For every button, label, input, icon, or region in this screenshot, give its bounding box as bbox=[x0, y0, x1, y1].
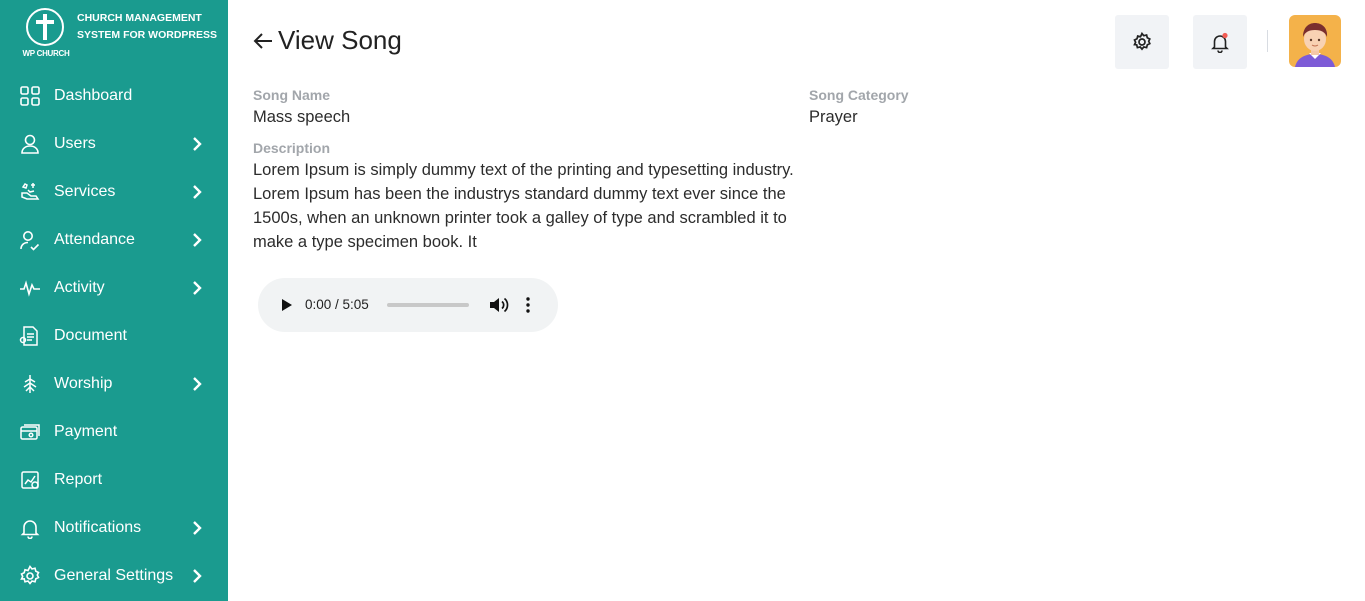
sidebar: WP CHURCH CHURCH MANAGEMENT SYSTEM FOR W… bbox=[0, 0, 228, 601]
sidebar-item-worship[interactable]: Worship bbox=[0, 360, 228, 408]
services-icon bbox=[21, 183, 40, 200]
activity-icon bbox=[20, 280, 40, 297]
song-name-label: Song Name bbox=[253, 87, 331, 103]
brand-title: CHURCH MANAGEMENT SYSTEM FOR WORDPRESS bbox=[77, 12, 218, 41]
sidebar-item-document[interactable]: Document bbox=[0, 312, 228, 360]
sidebar-item-label: Attendance bbox=[54, 231, 135, 248]
worship-icon bbox=[23, 375, 37, 393]
sidebar-item-report[interactable]: Report bbox=[0, 456, 228, 504]
sidebar-item-general-settings[interactable]: General Settings bbox=[0, 552, 228, 600]
volume-icon[interactable] bbox=[489, 296, 509, 314]
attendance-icon bbox=[20, 231, 40, 251]
sidebar-item-label: Services bbox=[54, 183, 116, 200]
chevron-right-icon bbox=[193, 569, 202, 583]
chevron-right-icon bbox=[193, 281, 202, 295]
bell-icon bbox=[20, 520, 40, 539]
chevron-right-icon bbox=[193, 137, 202, 151]
notifications-button[interactable] bbox=[1193, 15, 1247, 69]
logo-text: WP CHURCH bbox=[22, 49, 70, 58]
sidebar-item-users[interactable]: Users bbox=[0, 120, 228, 168]
audio-player: 0:00 / 5:05 bbox=[258, 278, 558, 332]
sidebar-item-label: Report bbox=[54, 471, 103, 488]
sidebar-item-activity[interactable]: Activity bbox=[0, 264, 228, 312]
audio-time: 0:00 / 5:05 bbox=[305, 297, 369, 312]
page-title: View Song bbox=[278, 25, 402, 55]
more-options-icon[interactable] bbox=[525, 296, 531, 314]
back-arrow-icon[interactable] bbox=[252, 30, 274, 52]
dashboard-icon bbox=[20, 86, 40, 106]
user-avatar-icon bbox=[1295, 23, 1335, 67]
gear-icon bbox=[20, 565, 40, 585]
chevron-right-icon bbox=[193, 521, 202, 535]
sidebar-item-label: Dashboard bbox=[54, 87, 133, 104]
main-content: View Song Song Name Mass speech Song Cat… bbox=[228, 0, 1365, 601]
bell-icon bbox=[1211, 32, 1229, 53]
song-category-value: Prayer bbox=[809, 108, 858, 126]
report-icon bbox=[21, 471, 39, 489]
sidebar-item-label: General Settings bbox=[54, 567, 174, 584]
sidebar-item-label: Payment bbox=[54, 423, 118, 440]
sidebar-item-label: Worship bbox=[54, 375, 113, 392]
chevron-right-icon bbox=[193, 377, 202, 391]
sidebar-item-payment[interactable]: Payment bbox=[0, 408, 228, 456]
sidebar-item-label: Users bbox=[54, 135, 96, 152]
settings-button[interactable] bbox=[1115, 15, 1169, 69]
song-name-value: Mass speech bbox=[253, 108, 351, 126]
sidebar-item-dashboard[interactable]: Dashboard bbox=[0, 72, 228, 120]
avatar[interactable] bbox=[1289, 15, 1341, 67]
sidebar-nav: Dashboard Users Services Attendance Acti… bbox=[0, 72, 228, 600]
description-value: Lorem Ipsum is simply dummy text of the … bbox=[253, 161, 794, 251]
description-label: Description bbox=[253, 140, 331, 156]
sidebar-item-attendance[interactable]: Attendance bbox=[0, 216, 228, 264]
sidebar-item-label: Notifications bbox=[54, 519, 142, 536]
brand[interactable]: WP CHURCH CHURCH MANAGEMENT SYSTEM FOR W… bbox=[0, 0, 228, 72]
gear-icon bbox=[1133, 31, 1151, 51]
payment-icon bbox=[20, 424, 40, 440]
chevron-right-icon bbox=[193, 233, 202, 247]
sidebar-item-label: Activity bbox=[54, 279, 105, 296]
audio-progress-track[interactable] bbox=[387, 303, 469, 307]
church-logo-icon: WP CHURCH bbox=[18, 6, 72, 60]
header-divider bbox=[1267, 30, 1268, 52]
sidebar-item-notifications[interactable]: Notifications bbox=[0, 504, 228, 552]
sidebar-item-label: Document bbox=[54, 327, 127, 344]
play-icon[interactable] bbox=[278, 297, 294, 313]
user-icon bbox=[21, 134, 39, 154]
chevron-right-icon bbox=[193, 185, 202, 199]
document-icon bbox=[19, 326, 38, 346]
sidebar-item-services[interactable]: Services bbox=[0, 168, 228, 216]
song-category-label: Song Category bbox=[809, 87, 909, 103]
